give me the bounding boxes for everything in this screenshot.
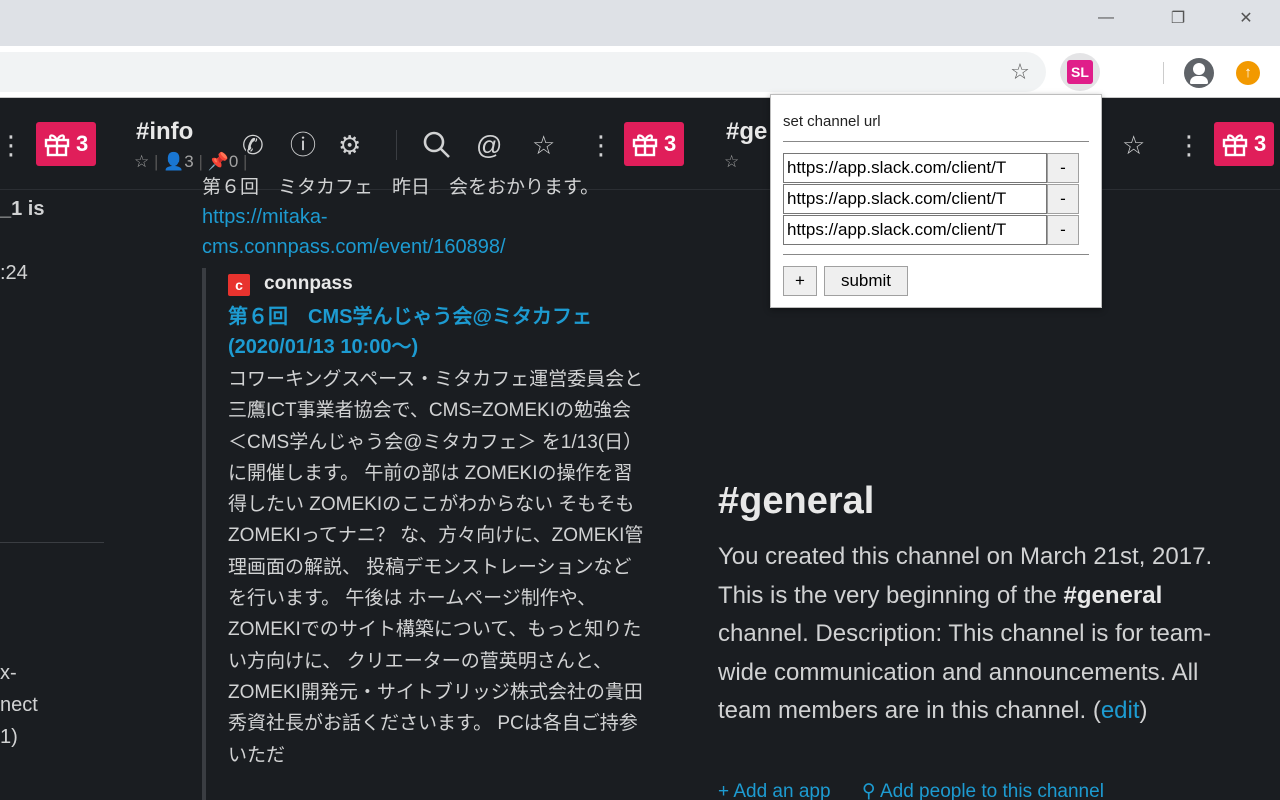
submit-button[interactable]: submit [824, 266, 908, 296]
left-text: :24 [0, 262, 28, 284]
attachment-title[interactable]: 第６回 CMS学んじゃう会@ミタカフェ (2020/01/13 10:00〜) [228, 302, 648, 362]
left-divider [0, 542, 104, 543]
add-url-button[interactable]: + [783, 266, 817, 296]
update-icon[interactable]: ↑ [1236, 61, 1260, 85]
mentions-icon[interactable]: @ [476, 130, 502, 160]
left-text: _1 is [0, 198, 45, 220]
members-icon: 👤 [163, 152, 185, 171]
browser-titlebar: — ❐ ✕ [0, 0, 1280, 46]
gear-icon[interactable]: ⚙ [338, 130, 361, 160]
gift-count: 3 [1254, 131, 1267, 156]
more-icon[interactable]: ⋮ [0, 130, 24, 160]
pins-count[interactable]: 0 [229, 152, 238, 171]
popup-divider [783, 254, 1089, 255]
channel-url-input[interactable] [783, 184, 1047, 214]
add-people-link[interactable]: Add people to this channel [880, 781, 1104, 800]
person-icon: ⚲ [861, 781, 880, 800]
message-link[interactable]: https://mitaka-cms.connpass.com/event/16… [202, 202, 562, 262]
more-icon[interactable]: ⋮ [1176, 130, 1202, 160]
left-text: 1) [0, 726, 18, 748]
channel-url-popup: set channel url - - - + submit [770, 94, 1102, 308]
address-bar[interactable] [0, 52, 1046, 92]
close-window-button[interactable]: ✕ [1223, 6, 1269, 30]
phone-icon[interactable]: ✆ [242, 130, 264, 160]
search-icon[interactable] [422, 130, 452, 166]
general-description: You created this channel on March 21st, … [718, 543, 1213, 724]
gift-badge[interactable]: 3 [36, 122, 97, 166]
remove-url-button[interactable]: - [1047, 184, 1079, 214]
url-row: - [783, 153, 1079, 183]
url-row: - [783, 215, 1079, 245]
add-icon: + [718, 781, 734, 800]
add-app-link[interactable]: Add an app [733, 781, 830, 800]
channel-name[interactable]: #info [136, 118, 193, 146]
gift-icon [1222, 134, 1248, 157]
members-count[interactable]: 3 [184, 152, 193, 171]
channel-meta: ☆ | 👤3 | 📌0 | [134, 152, 248, 171]
connpass-logo-icon: c [228, 274, 250, 296]
remove-url-button[interactable]: - [1047, 153, 1079, 183]
gift-count: 3 [664, 131, 677, 156]
url-row: - [783, 184, 1079, 214]
bookmark-star-icon[interactable]: ☆ [1006, 58, 1034, 86]
channel-url-input[interactable] [783, 215, 1047, 245]
header-divider [396, 130, 397, 160]
starred-icon[interactable]: ☆ [1122, 130, 1145, 160]
general-title: #general [718, 480, 875, 522]
browser-toolbar: ☆ SL ↑ [0, 46, 1280, 98]
profile-icon[interactable] [1184, 58, 1214, 88]
attachment-bar [202, 268, 206, 800]
channel-star-icon[interactable]: ☆ [134, 152, 149, 171]
general-actions: + Add an app ⚲ Add people to this channe… [718, 780, 1104, 800]
minimize-button[interactable]: — [1083, 6, 1129, 30]
left-pane: _1 is :24 x- nect 1) [0, 190, 104, 800]
left-text: nect [0, 694, 38, 716]
popup-divider [783, 141, 1089, 142]
slack-link-extension-button[interactable]: SL [1060, 53, 1100, 91]
attachment-body: コワーキングスペース・ミタカフェ運営委員会と三鷹ICT事業者協会で、CMS=ZO… [228, 369, 644, 766]
attachment-service: connpass [264, 273, 353, 294]
message-text: 第６回 ミタカフェ 昨日 会をおかります。 [202, 177, 600, 198]
gift-badge[interactable]: 3 [1214, 122, 1275, 166]
pin-icon: 📌 [207, 152, 229, 171]
edit-link[interactable]: edit [1101, 697, 1140, 724]
info-icon[interactable]: ⓘ [290, 130, 316, 160]
gift-badge[interactable]: 3 [624, 122, 685, 166]
gift-icon [632, 134, 658, 157]
gift-count: 3 [76, 131, 89, 156]
restore-button[interactable]: ❐ [1155, 6, 1201, 30]
gift-icon [44, 134, 70, 157]
left-text: x- [0, 662, 17, 684]
channel-name[interactable]: #ge [726, 118, 767, 146]
popup-title: set channel url [783, 113, 881, 130]
remove-url-button[interactable]: - [1047, 215, 1079, 245]
channel-star-icon[interactable]: ☆ [724, 152, 739, 172]
toolbar-separator [1163, 62, 1164, 84]
more-icon[interactable]: ⋮ [588, 130, 614, 160]
channel-url-input[interactable] [783, 153, 1047, 183]
starred-icon[interactable]: ☆ [532, 130, 555, 160]
extension-badge: SL [1067, 60, 1093, 84]
general-channel-ref: #general [1063, 581, 1163, 609]
